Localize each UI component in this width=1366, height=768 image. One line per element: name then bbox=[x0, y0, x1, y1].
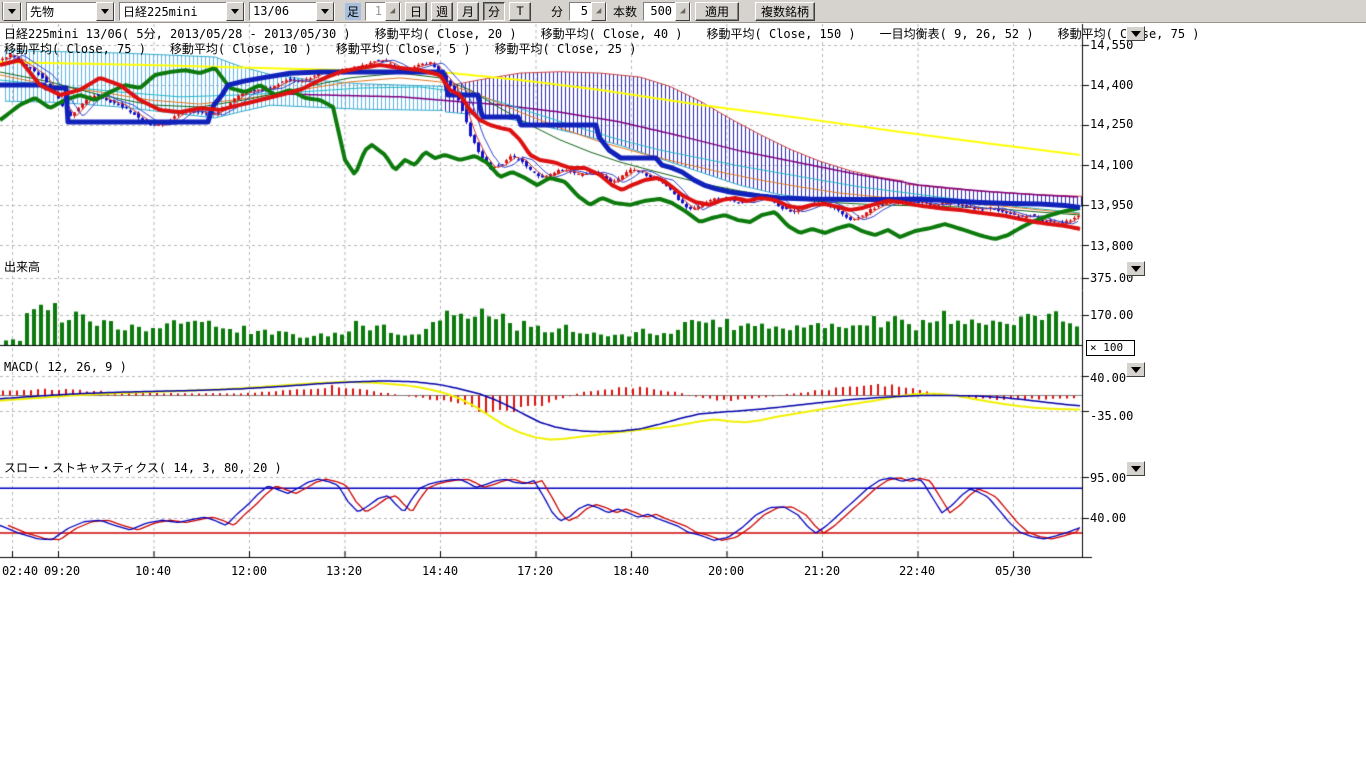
instrument-type-value: 先物 bbox=[27, 3, 96, 20]
time-axis-label: 22:40 bbox=[899, 564, 935, 578]
time-axis-label: 14:40 bbox=[422, 564, 458, 578]
macd-panel-label: MACD( 12, 26, 9 ) bbox=[4, 360, 127, 374]
macd-panel-collapse-button[interactable] bbox=[1126, 362, 1145, 377]
stoch-panel-label: スロー・ストキャスティクス( 14, 3, 80, 20 ) bbox=[4, 459, 282, 476]
price-axis-label: 13,800 bbox=[1090, 239, 1133, 253]
legend-ma75b: 移動平均( Close, 75 ) bbox=[4, 40, 146, 57]
time-axis-label: 17:20 bbox=[517, 564, 553, 578]
apply-button[interactable]: 適用 bbox=[695, 2, 739, 21]
volume-panel-label: 出来高 bbox=[4, 258, 40, 275]
minutes-spinner[interactable]: 5 ◢ bbox=[569, 2, 607, 21]
chevron-down-icon bbox=[1131, 266, 1141, 272]
stoch-axis-label: 95.00 bbox=[1090, 471, 1126, 485]
price-axis-label: 14,100 bbox=[1090, 158, 1133, 172]
time-axis-label: 21:20 bbox=[804, 564, 840, 578]
macd-axis-label: -35.00 bbox=[1090, 409, 1133, 423]
chevron-down-icon bbox=[1131, 466, 1141, 472]
period-day-button[interactable]: 日 bbox=[405, 2, 427, 21]
time-axis-label: 09:20 bbox=[44, 564, 80, 578]
bar-interval-value: 1 bbox=[366, 4, 385, 18]
volume-panel-collapse-button[interactable] bbox=[1126, 261, 1145, 276]
bar-count-spinner[interactable]: 500 ◢ bbox=[643, 2, 691, 21]
legend-ma10: 移動平均( Close, 10 ) bbox=[170, 40, 312, 57]
spinner-icon[interactable]: ◢ bbox=[385, 2, 400, 21]
volume-axis-label: 170.00 bbox=[1090, 308, 1133, 322]
time-axis-label: 13:20 bbox=[326, 564, 362, 578]
legend-line-2: 移動平均( Close, 75 ) 移動平均( Close, 10 ) 移動平均… bbox=[4, 40, 636, 57]
dropdown-arrow-icon[interactable] bbox=[96, 2, 114, 21]
chevron-down-icon bbox=[1131, 31, 1141, 37]
dropdown-arrow-icon[interactable] bbox=[226, 2, 244, 21]
macd-axis-label: 40.00 bbox=[1090, 371, 1126, 385]
period-tick-button[interactable]: T bbox=[509, 2, 531, 21]
bar-count-label: 本数 bbox=[611, 3, 639, 20]
period-week-button[interactable]: 週 bbox=[431, 2, 453, 21]
period-month-button[interactable]: 月 bbox=[457, 2, 479, 21]
time-axis-label: 12:00 bbox=[231, 564, 267, 578]
period-minute-button[interactable]: 分 bbox=[483, 2, 505, 21]
minutes-label: 分 bbox=[549, 3, 565, 20]
symbol-value: 日経225mini bbox=[120, 3, 226, 20]
bar-interval-spinner[interactable]: 1 ◢ bbox=[365, 2, 401, 21]
price-axis-label: 14,400 bbox=[1090, 78, 1133, 92]
chevron-down-icon bbox=[1131, 367, 1141, 373]
stoch-panel-collapse-button[interactable] bbox=[1126, 461, 1145, 476]
legend-ma25: 移動平均( Close, 25 ) bbox=[495, 40, 637, 57]
time-axis-label: 05/30 bbox=[995, 564, 1031, 578]
bar-type-label: 足 bbox=[345, 3, 361, 20]
contract-month-combobox[interactable]: 13/06 bbox=[249, 2, 335, 21]
price-axis-label: 14,250 bbox=[1090, 117, 1133, 131]
chart-select-combobox[interactable] bbox=[2, 2, 22, 21]
symbol-combobox[interactable]: 日経225mini bbox=[119, 2, 245, 21]
volume-multiplier-badge: × 100 bbox=[1086, 340, 1135, 356]
chart-canvas bbox=[0, 0, 1366, 768]
dropdown-arrow-icon[interactable] bbox=[316, 2, 334, 21]
time-axis-label: 20:00 bbox=[708, 564, 744, 578]
instrument-type-combobox[interactable]: 先物 bbox=[26, 2, 115, 21]
minutes-value: 5 bbox=[570, 4, 591, 18]
legend-ma5: 移動平均( Close, 5 ) bbox=[336, 40, 471, 57]
legend-ichimoku: 一目均衡表( 9, 26, 52 ) bbox=[880, 25, 1034, 42]
multi-symbol-button[interactable]: 複数銘柄 bbox=[755, 2, 815, 21]
toolbar: 先物 日経225mini 13/06 足 1 ◢ 日 週 月 分 T 分 5 ◢… bbox=[0, 0, 1366, 23]
main-panel-collapse-button[interactable] bbox=[1126, 26, 1145, 41]
spinner-icon[interactable]: ◢ bbox=[591, 2, 606, 21]
time-axis-label: 10:40 bbox=[135, 564, 171, 578]
time-axis-label: 02:40 bbox=[2, 564, 38, 578]
trading-chart-window: 先物 日経225mini 13/06 足 1 ◢ 日 週 月 分 T 分 5 ◢… bbox=[0, 0, 1366, 768]
legend-ma150: 移動平均( Close, 150 ) bbox=[707, 25, 856, 42]
bar-count-value: 500 bbox=[644, 4, 675, 18]
time-axis-label: 18:40 bbox=[613, 564, 649, 578]
stoch-axis-label: 40.00 bbox=[1090, 511, 1126, 525]
spinner-icon[interactable]: ◢ bbox=[675, 2, 690, 21]
dropdown-arrow-icon[interactable] bbox=[3, 2, 21, 21]
price-axis-label: 13,950 bbox=[1090, 198, 1133, 212]
contract-month-value: 13/06 bbox=[250, 4, 316, 18]
